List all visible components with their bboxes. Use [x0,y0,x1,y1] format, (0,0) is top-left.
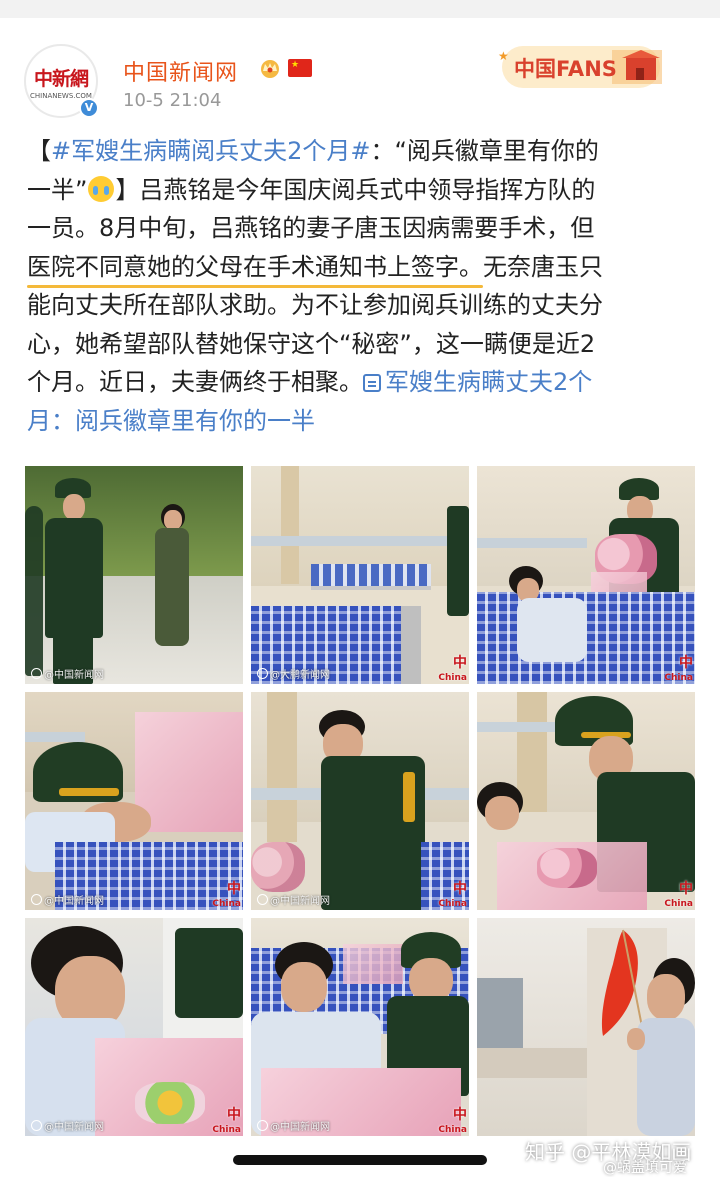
user-watermark: @蜗盖填可爱 [603,1160,687,1176]
photo-grid: @中国新闻网 @大鹏新闻网 中 China 中 China @中国新闻网 中 C… [25,466,695,1138]
photo-watermark: @中国新闻网 [31,892,104,907]
photo-7[interactable]: @中国新闻网 中 China [25,918,243,1136]
photo-logo-sub: China [664,899,693,909]
home-indicator[interactable] [233,1155,487,1165]
post-text-segment: ：“阅兵徽章里有你的 [370,137,599,165]
photo-watermark: @中国新闻网 [31,1118,104,1133]
photo-4[interactable]: @中国新闻网 中 China [25,692,243,910]
article-link-label: 军嫂生病瞒丈夫2个 [385,368,593,396]
photo-watermark: @大鹏新闻网 [257,666,330,681]
highlighted-text: 医院不同意她的父母在手术通知书上签字。 [27,252,483,281]
photo-logo-sub: China [212,899,241,909]
photo-logo: 中 [453,1107,467,1123]
china-fans-badge[interactable]: 中国FANS ★ [492,42,670,92]
verified-icon: V [79,98,99,118]
article-link-continued[interactable]: 月：阅兵徽章里有你的一半 [27,402,699,441]
photo-logo: 中 [227,881,241,897]
photo-logo: 中 [453,655,467,671]
photo-logo: 中 [453,881,467,897]
post-text-segment: 无奈唐玉只 [483,252,603,281]
photo-watermark: @中国新闻网 [257,892,330,907]
fans-badge-label: 中国FANS [514,57,617,81]
article-link[interactable]: 军嫂生病瞒丈夫2个 [363,368,592,396]
post-header: 中新網 CHINANEWS.COM V 中国新闻网 ★ 10-5 21:04 中… [0,18,720,130]
photo-watermark: @中国新闻网 [31,666,104,681]
photo-logo-sub: China [212,1125,241,1135]
photo-logo-sub: China [438,899,467,909]
photo-watermark: @中国新闻网 [257,1118,330,1133]
photo-logo: 中 [227,1107,241,1123]
photo-3[interactable]: 中 China [477,466,695,684]
post-text-segment: 一半” [27,175,88,204]
article-link-icon [363,374,381,392]
author-name[interactable]: 中国新闻网 [123,55,238,87]
photo-logo-sub: China [438,673,467,683]
photo-8[interactable]: @中国新闻网 中 China [251,918,469,1136]
photo-5[interactable]: @中国新闻网 中 China [251,692,469,910]
post-timestamp: 10-5 21:04 [123,90,222,111]
photo-9[interactable] [477,918,695,1136]
photo-2[interactable]: @大鹏新闻网 中 China [251,466,469,684]
photo-1[interactable]: @中国新闻网 [25,466,243,684]
crown-icon [261,60,279,78]
avatar-logo: 中新網 [33,68,89,90]
photo-logo: 中 [679,881,693,897]
photo-logo-sub: China [438,1125,467,1135]
crying-emoji-icon [88,175,115,202]
post-text-line: 一员。8月中旬，吕燕铭的妻子唐玉因病需要手术，但 [27,214,595,242]
china-flag-icon: ★ [288,59,312,77]
status-strip [0,0,720,18]
bracket-open: 【 [27,137,51,165]
photo-6[interactable]: 中 China [477,692,695,910]
post-text-line: 能向丈夫所在部队求助。为不让参加阅兵训练的丈夫分 [27,291,603,319]
photo-logo: 中 [679,655,693,671]
post-text-segment: 】吕燕铭是今年国庆阅兵式中领导指挥方队的 [115,175,596,204]
post-body: 【#军嫂生病瞒阅兵丈夫2个月#：“阅兵徽章里有你的 一半” 】吕燕铭是今年国庆阅兵… [27,132,699,440]
photo-logo-sub: China [664,673,693,683]
post-text-segment: 个月。近日，夫妻俩终于相聚。 [27,368,363,396]
post-text-line: 心，她希望部队替她保守这个“秘密”，这一瞒便是近2 [27,329,596,358]
svg-text:★: ★ [498,49,509,63]
topic-link[interactable]: #军嫂生病瞒阅兵丈夫2个月# [51,137,371,165]
